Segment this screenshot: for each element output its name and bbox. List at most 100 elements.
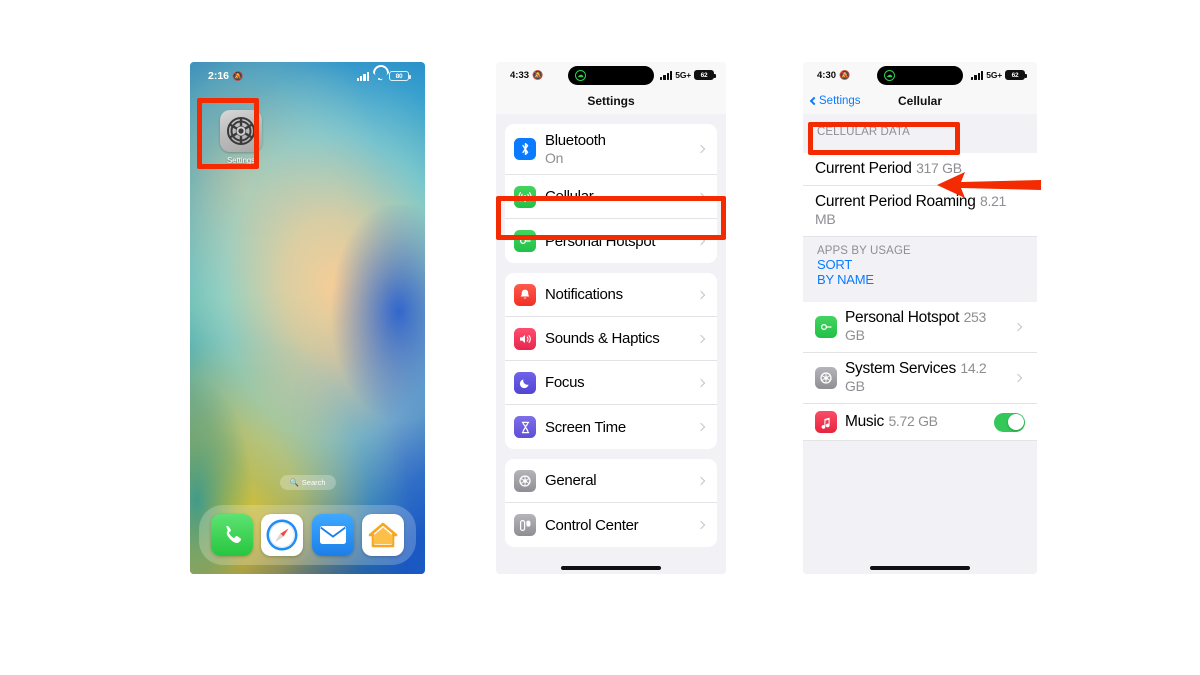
bluetooth-icon xyxy=(514,138,536,160)
settings-group-system: General Control Center xyxy=(505,459,717,547)
bell-slash-icon: 🔕 xyxy=(839,69,851,80)
app-icon-settings[interactable]: Settings xyxy=(210,110,272,165)
search-pill[interactable]: 🔍 Search xyxy=(279,475,336,490)
dock-icon-safari[interactable] xyxy=(261,514,304,556)
row-label: Control Center xyxy=(545,516,639,534)
phone-3-cellular-data: 4:30 🔕 ☁ 5G+ 62 Settings Cellular CELLUL… xyxy=(803,62,1037,574)
status-time: 4:33 xyxy=(510,69,530,81)
row-label: Sounds & Haptics xyxy=(545,330,660,347)
row-label: Personal Hotspot xyxy=(545,232,656,250)
cellular-bars-icon xyxy=(659,70,673,80)
row-system-services[interactable]: System Services 14.2 GB xyxy=(803,353,1037,404)
gear-icon xyxy=(514,469,536,492)
row-label: Personal Hotspot xyxy=(845,309,960,326)
search-icon: 🔍 xyxy=(289,478,299,487)
speaker-icon xyxy=(514,327,536,350)
cellular-bars-icon xyxy=(356,71,369,81)
settings-row-notifications[interactable]: Notifications xyxy=(505,273,717,317)
chevron-right-icon xyxy=(696,520,706,530)
music-cellular-toggle[interactable] xyxy=(994,412,1025,432)
screenshot-canvas: 2:16 🔕 80 Settings 🔍 Search 4:33 🔕 ☁ 5G+… xyxy=(0,0,1200,675)
sort-value[interactable]: BY NAME xyxy=(817,272,1023,287)
dynamic-island: ☁ xyxy=(877,66,963,85)
bell-slash-icon: 🔕 xyxy=(232,70,244,81)
chevron-right-icon xyxy=(696,422,706,432)
status-bar: 2:16 🔕 80 xyxy=(190,62,425,88)
chevron-right-icon xyxy=(696,236,706,246)
settings-row-sounds-haptics[interactable]: Sounds & Haptics xyxy=(505,317,717,361)
row-label: Current Period xyxy=(815,160,912,177)
settings-row-screen-time[interactable]: Screen Time xyxy=(505,405,717,449)
row-label: Bluetooth xyxy=(545,132,606,149)
row-value: 5.72 GB xyxy=(888,413,938,429)
status-bar: 4:33 🔕 ☁ 5G+ 62 xyxy=(496,62,726,88)
chevron-right-icon xyxy=(696,290,706,299)
dynamic-island: ☁ xyxy=(568,66,654,85)
settings-list[interactable]: Bluetooth On Cellular Personal Hotspot N… xyxy=(496,114,726,574)
page-title: Settings xyxy=(587,94,635,108)
apps-header-label: APPS BY USAGE xyxy=(817,245,911,257)
apps-group: Personal Hotspot 253 GB System Services … xyxy=(803,302,1037,441)
home-indicator xyxy=(870,566,970,570)
chevron-right-icon xyxy=(696,144,706,154)
row-music[interactable]: Music 5.72 GB xyxy=(803,404,1037,441)
system-services-icon xyxy=(815,367,837,389)
music-icon xyxy=(815,411,837,433)
cellular-antenna-icon xyxy=(514,185,536,208)
settings-row-control-center[interactable]: Control Center xyxy=(505,503,717,547)
nav-bar: Settings Cellular xyxy=(803,88,1037,114)
chevron-right-icon xyxy=(696,476,706,485)
row-label: Focus xyxy=(545,374,585,391)
nav-bar: Settings xyxy=(496,88,726,114)
row-label: Music xyxy=(845,413,884,430)
back-label: Settings xyxy=(819,95,861,107)
phone-2-settings: 4:33 🔕 ☁ 5G+ 62 Settings Bluetooth On Ce… xyxy=(496,62,726,574)
chevron-right-icon xyxy=(696,192,706,201)
personal-hotspot-icon xyxy=(514,230,536,252)
section-header-cellular-data: CELLULAR DATA xyxy=(817,126,910,138)
chevron-right-icon xyxy=(696,334,706,343)
settings-row-focus[interactable]: Focus xyxy=(505,361,717,405)
battery-icon: 62 xyxy=(1005,70,1027,80)
page-title: Cellular xyxy=(897,94,942,108)
chevron-left-icon xyxy=(809,96,819,106)
battery-icon: 62 xyxy=(694,70,716,80)
gear-icon xyxy=(220,110,262,152)
personal-hotspot-icon xyxy=(815,316,837,338)
chevron-right-icon xyxy=(696,378,706,387)
bell-slash-icon: 🔕 xyxy=(532,69,544,80)
battery-icon: 80 xyxy=(389,71,411,81)
row-personal-hotspot[interactable]: Personal Hotspot 253 GB xyxy=(803,302,1037,353)
phone-1-home-screen: 2:16 🔕 80 Settings 🔍 Search xyxy=(190,62,425,574)
moon-icon xyxy=(514,371,536,394)
settings-group-connectivity: Bluetooth On Cellular Personal Hotspot xyxy=(505,124,717,263)
dock-icon-home[interactable] xyxy=(361,514,404,556)
control-center-icon xyxy=(514,514,536,536)
wifi-icon xyxy=(373,72,385,81)
status-time: 4:30 xyxy=(817,69,837,81)
settings-row-personal-hotspot[interactable]: Personal Hotspot xyxy=(505,219,717,263)
section-header-apps-by-usage: APPS BY USAGE SORT BY NAME xyxy=(803,237,1037,292)
settings-group-alerts: Notifications Sounds & Haptics Focus Scr… xyxy=(505,273,717,449)
settings-row-cellular[interactable]: Cellular xyxy=(505,175,717,219)
row-label: Screen Time xyxy=(545,418,626,436)
facetime-active-icon: ☁ xyxy=(884,70,895,81)
chevron-right-icon xyxy=(1013,322,1023,332)
status-time: 2:16 xyxy=(208,70,230,82)
hourglass-icon xyxy=(514,416,536,438)
dock-icon-mail[interactable] xyxy=(311,514,354,556)
settings-row-general[interactable]: General xyxy=(505,459,717,503)
sort-label[interactable]: SORT xyxy=(817,257,1023,272)
row-label: Cellular xyxy=(545,188,594,205)
dock-icon-phone[interactable] xyxy=(211,514,254,556)
back-button-settings[interactable]: Settings xyxy=(809,95,861,107)
cellular-bars-icon xyxy=(970,70,984,80)
row-value: On xyxy=(545,150,564,166)
network-label: 5G+ xyxy=(675,70,691,80)
row-label: General xyxy=(545,472,597,489)
row-label: System Services xyxy=(845,360,956,377)
app-label: Settings xyxy=(226,156,256,165)
facetime-active-icon: ☁ xyxy=(575,70,586,81)
status-bar: 4:30 🔕 ☁ 5G+ 62 xyxy=(803,62,1037,88)
settings-row-bluetooth[interactable]: Bluetooth On xyxy=(505,124,717,175)
